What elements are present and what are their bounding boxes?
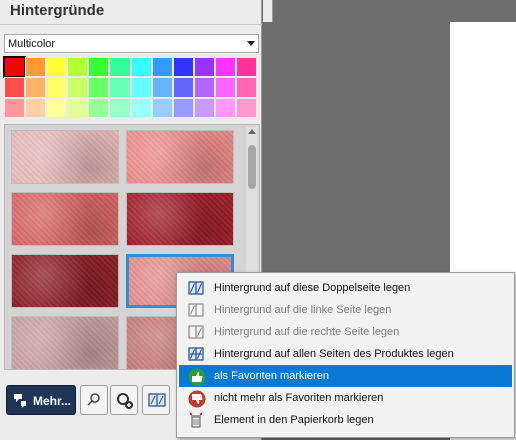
color-swatch[interactable]	[88, 97, 110, 118]
search-filter-button[interactable]	[80, 385, 108, 415]
color-swatch[interactable]	[46, 97, 68, 118]
context-menu-label: Hintergrund auf die rechte Seite legen	[214, 326, 400, 338]
context-menu-label: Hintergrund auf allen Seiten des Produkt…	[214, 348, 454, 360]
left-page-icon	[188, 302, 204, 318]
color-swatch[interactable]	[46, 77, 68, 98]
color-swatch[interactable]	[67, 57, 89, 78]
color-swatch[interactable]	[130, 97, 152, 118]
more-options-icon	[14, 394, 26, 408]
color-swatch[interactable]	[193, 97, 215, 118]
background-tile[interactable]	[11, 130, 119, 184]
more-button-label: Mehr...	[33, 394, 72, 408]
double-page-button[interactable]	[142, 385, 170, 415]
color-swatch[interactable]	[214, 97, 236, 118]
color-swatch[interactable]	[88, 77, 110, 98]
color-swatch[interactable]	[172, 57, 194, 78]
background-tile[interactable]	[11, 316, 119, 369]
context-menu-item[interactable]: Hintergrund auf allen Seiten des Produkt…	[179, 343, 512, 365]
context-menu-item[interactable]: als Favoriten markieren	[179, 365, 512, 387]
color-swatch[interactable]	[109, 97, 131, 118]
color-swatch[interactable]	[172, 97, 194, 118]
color-swatch[interactable]	[25, 97, 47, 118]
double-page-icon	[148, 393, 166, 407]
panel-scrollbar-top	[263, 0, 273, 22]
color-swatch[interactable]	[2, 55, 27, 79]
context-menu-item[interactable]: Hintergrund auf diese Doppelseite legen	[179, 277, 512, 299]
background-tile[interactable]	[126, 192, 234, 246]
right-page-icon	[188, 324, 204, 340]
scroll-thumb[interactable]	[248, 145, 256, 189]
color-swatch[interactable]	[172, 77, 194, 98]
color-swatch[interactable]	[4, 77, 26, 98]
color-swatch[interactable]	[46, 57, 68, 78]
panel-title: Hintergründe	[10, 2, 105, 19]
color-palette	[2, 55, 257, 118]
color-swatch[interactable]	[193, 77, 215, 98]
color-swatch[interactable]	[151, 97, 173, 118]
scroll-up-icon[interactable]	[248, 129, 256, 134]
all-pages-icon	[188, 346, 204, 362]
color-swatch[interactable]	[25, 77, 47, 98]
color-filter-value: Multicolor	[8, 38, 56, 50]
color-swatch[interactable]	[88, 57, 110, 78]
color-swatch[interactable]	[67, 77, 89, 98]
double-page-icon	[188, 280, 204, 296]
more-button[interactable]: Mehr...	[6, 385, 76, 415]
color-swatch[interactable]	[235, 57, 257, 78]
color-swatch[interactable]	[67, 97, 89, 118]
context-menu-label: Hintergrund auf diese Doppelseite legen	[214, 282, 411, 294]
color-swatch[interactable]	[109, 77, 131, 98]
color-swatch[interactable]	[235, 77, 257, 98]
color-swatch[interactable]	[25, 57, 47, 78]
chevron-down-icon	[247, 41, 255, 46]
context-menu-label: Hintergrund auf die linke Seite legen	[214, 304, 392, 316]
color-swatch[interactable]	[109, 57, 131, 78]
thumbs-up-icon	[188, 368, 206, 386]
panel-divider	[0, 24, 262, 25]
color-swatch[interactable]	[130, 77, 152, 98]
context-menu-label: als Favoriten markieren	[214, 370, 329, 382]
context-menu: Hintergrund auf diese Doppelseite legen H…	[176, 272, 515, 438]
color-swatch[interactable]	[214, 77, 236, 98]
thumbs-down-icon	[188, 390, 206, 408]
color-swatch[interactable]	[151, 57, 173, 78]
color-swatch[interactable]	[214, 57, 236, 78]
color-swatch[interactable]	[4, 97, 26, 118]
context-menu-label: nicht mehr als Favoriten markieren	[214, 392, 384, 404]
color-swatch[interactable]	[235, 97, 257, 118]
context-menu-label: Element in den Papierkorb legen	[214, 414, 374, 426]
context-menu-item[interactable]: Hintergrund auf die linke Seite legen	[179, 299, 512, 321]
background-tile[interactable]	[126, 130, 234, 184]
zoom-add-icon	[117, 393, 133, 409]
color-swatch[interactable]	[193, 57, 215, 78]
background-tile[interactable]	[11, 254, 119, 308]
color-filter-dropdown[interactable]: Multicolor	[4, 34, 259, 53]
add-search-button[interactable]	[110, 385, 138, 415]
context-menu-item[interactable]: nicht mehr als Favoriten markieren	[179, 387, 512, 409]
context-menu-item[interactable]: Hintergrund auf die rechte Seite legen	[179, 321, 512, 343]
background-tile[interactable]	[11, 192, 119, 246]
color-swatch[interactable]	[130, 57, 152, 78]
context-menu-item[interactable]: Element in den Papierkorb legen	[179, 409, 512, 431]
trash-icon	[188, 412, 204, 428]
magnifier-icon	[87, 393, 100, 406]
color-swatch[interactable]	[151, 77, 173, 98]
